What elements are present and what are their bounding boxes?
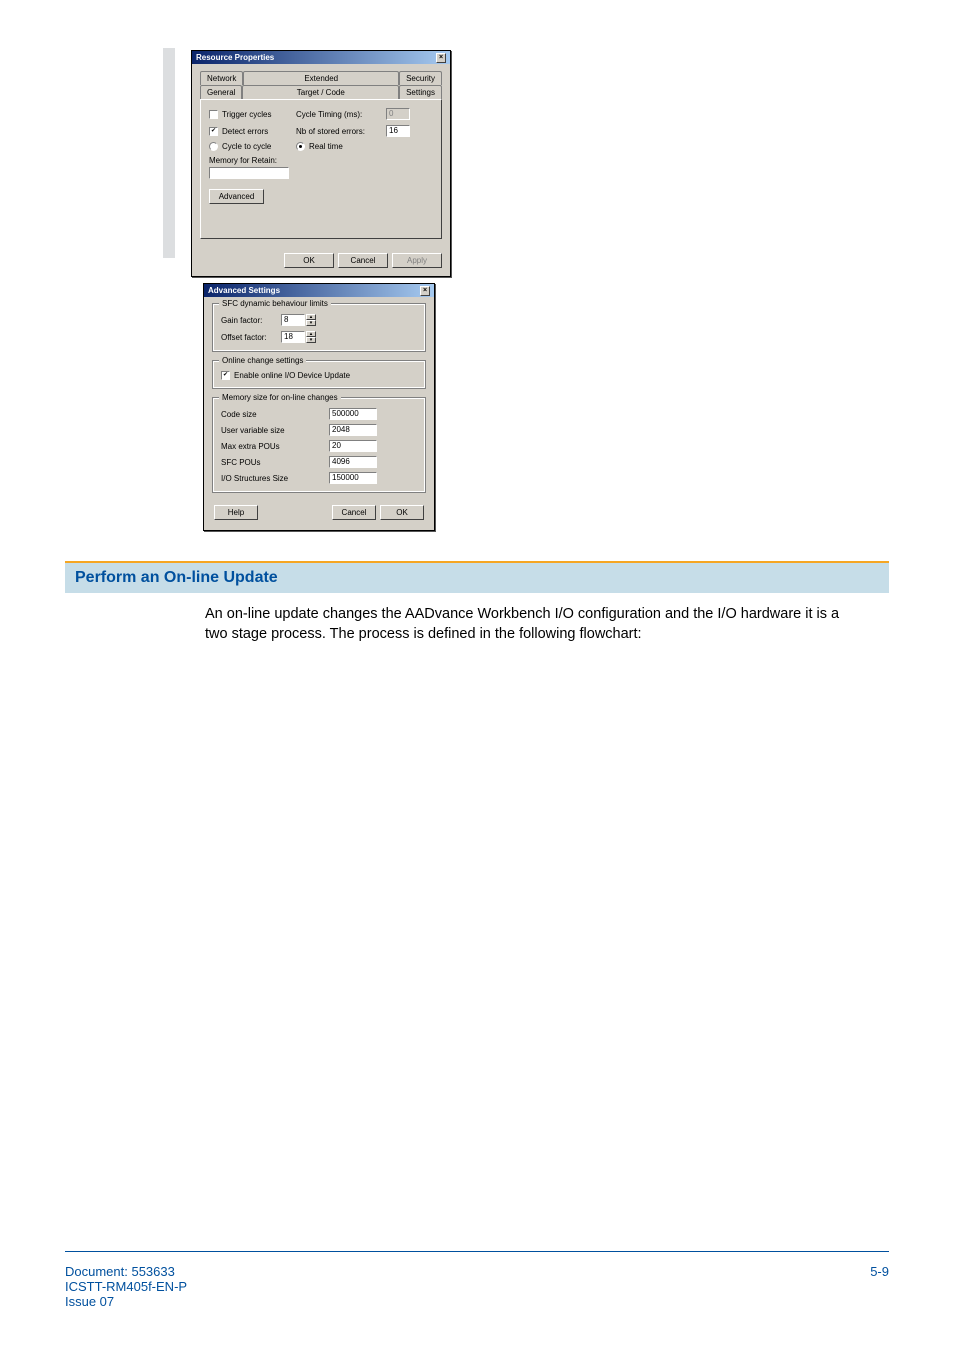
online-group-title: Online change settings [219, 356, 306, 365]
cancel-button[interactable]: Cancel [332, 505, 376, 520]
dialog1-title: Resource Properties [196, 53, 274, 62]
sfc-pous-input[interactable]: 4096 [329, 456, 377, 468]
detect-errors-checkbox[interactable]: ✔ [209, 127, 218, 136]
advanced-button[interactable]: Advanced [209, 189, 264, 204]
real-time-radio[interactable] [296, 142, 305, 151]
max-pous-input[interactable]: 20 [329, 440, 377, 452]
tab-extended[interactable]: Extended [243, 71, 399, 85]
nb-stored-errors-label: Nb of stored errors: [296, 127, 386, 136]
nb-stored-errors-input[interactable]: 16 [386, 125, 410, 137]
memory-retain-label: Memory for Retain: [209, 156, 433, 165]
gain-factor-spinner[interactable]: ▴▾ [306, 314, 316, 326]
help-button[interactable]: Help [214, 505, 258, 520]
resource-properties-dialog: Resource Properties × Network Extended S… [191, 50, 451, 277]
code-size-input[interactable]: 500000 [329, 408, 377, 420]
sfc-group-title: SFC dynamic behaviour limits [219, 299, 331, 308]
cycle-timing-input: 0 [386, 108, 410, 120]
io-struct-label: I/O Structures Size [221, 474, 329, 483]
offset-factor-label: Offset factor: [221, 333, 281, 342]
gain-factor-label: Gain factor: [221, 316, 281, 325]
close-icon[interactable]: × [420, 286, 430, 296]
cycle-timing-label: Cycle Timing (ms): [296, 110, 386, 119]
memory-retain-input[interactable] [209, 167, 289, 179]
cycle-to-cycle-radio[interactable] [209, 142, 218, 151]
tab-settings[interactable]: Settings [399, 85, 442, 99]
sfc-pous-label: SFC POUs [221, 458, 329, 467]
io-struct-input[interactable]: 150000 [329, 472, 377, 484]
sfc-limits-group: SFC dynamic behaviour limits Gain factor… [212, 303, 426, 352]
dialog2-title: Advanced Settings [208, 286, 280, 295]
tab-target-code[interactable]: Target / Code [242, 85, 399, 99]
detect-errors-label: Detect errors [222, 127, 296, 136]
footer-doc-line1: Document: 553633 [65, 1264, 187, 1279]
ok-button[interactable]: OK [284, 253, 334, 268]
dialog2-titlebar: Advanced Settings × [204, 284, 434, 297]
gain-factor-input[interactable]: 8 [281, 314, 305, 326]
dialog1-titlebar: Resource Properties × [192, 51, 450, 64]
trigger-cycles-label: Trigger cycles [222, 110, 296, 119]
cycle-to-cycle-label: Cycle to cycle [222, 142, 296, 151]
footer-page-number: 5-9 [870, 1264, 889, 1309]
ok-button[interactable]: OK [380, 505, 424, 520]
offset-factor-input[interactable]: 18 [281, 331, 305, 343]
section-heading: Perform an On-line Update [65, 561, 889, 593]
user-var-input[interactable]: 2048 [329, 424, 377, 436]
tab-network[interactable]: Network [200, 71, 243, 85]
trigger-cycles-checkbox[interactable] [209, 110, 218, 119]
apply-button: Apply [392, 253, 442, 268]
user-var-label: User variable size [221, 426, 329, 435]
tab-general[interactable]: General [200, 85, 242, 99]
enable-online-label: Enable online I/O Device Update [234, 371, 350, 380]
memory-group-title: Memory size for on-line changes [219, 393, 341, 402]
memory-size-group: Memory size for on-line changes Code siz… [212, 397, 426, 493]
offset-factor-spinner[interactable]: ▴▾ [306, 331, 316, 343]
advanced-settings-dialog: Advanced Settings × SFC dynamic behaviou… [203, 283, 435, 531]
body-paragraph: An on-line update changes the AADvance W… [205, 605, 845, 644]
online-change-group: Online change settings ✔ Enable online I… [212, 360, 426, 389]
close-icon[interactable]: × [436, 53, 446, 63]
enable-online-checkbox[interactable]: ✔ [221, 371, 230, 380]
max-pous-label: Max extra POUs [221, 442, 329, 451]
tab-security[interactable]: Security [399, 71, 442, 85]
cancel-button[interactable]: Cancel [338, 253, 388, 268]
code-size-label: Code size [221, 410, 329, 419]
page-footer: Document: 553633 ICSTT-RM405f-EN-P Issue… [65, 1251, 889, 1309]
real-time-label: Real time [309, 142, 343, 151]
footer-doc-line2: ICSTT-RM405f-EN-P [65, 1279, 187, 1294]
footer-doc-line3: Issue 07 [65, 1294, 187, 1309]
